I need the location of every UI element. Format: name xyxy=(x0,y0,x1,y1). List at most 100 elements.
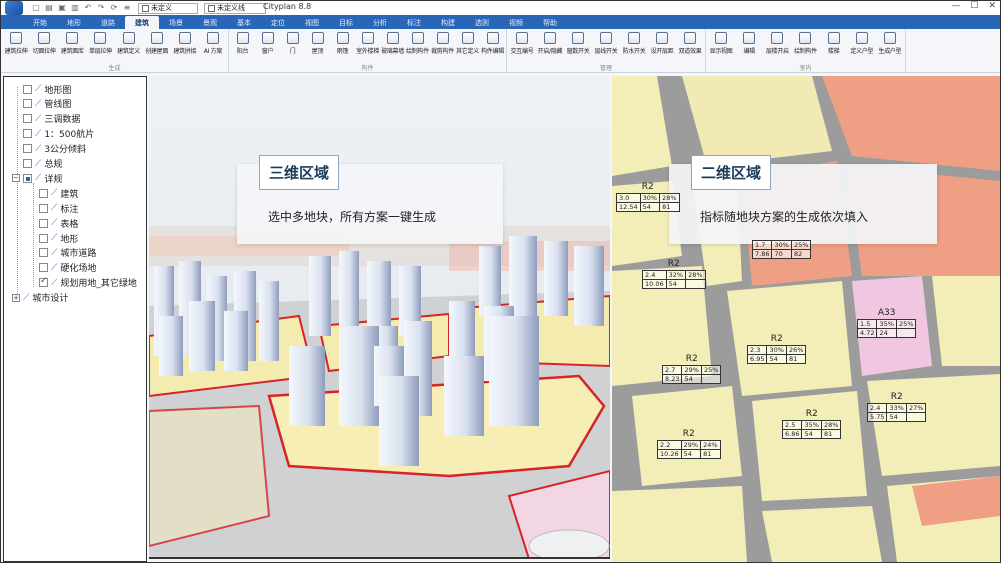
tree-item[interactable]: ⟋ 管线图 xyxy=(12,97,71,111)
ribbon-button[interactable]: 双道效果 xyxy=(677,32,703,55)
ribbon-button[interactable]: 创建屋面 xyxy=(144,32,170,55)
menu-tab[interactable]: 道路 xyxy=(91,16,125,29)
menu-tab[interactable]: 分析 xyxy=(363,16,397,29)
tree-item[interactable]: ⟋ 建筑 xyxy=(28,186,78,200)
ribbon-button[interactable]: 玻璃幕墙 xyxy=(381,32,404,55)
ribbon-button[interactable]: 建筑定义 xyxy=(116,32,142,55)
layer-checkbox[interactable] xyxy=(23,84,32,94)
maximize-button[interactable]: ☐ xyxy=(970,1,978,11)
ribbon-button-icon xyxy=(628,32,640,44)
layer-checkbox[interactable] xyxy=(23,99,32,109)
tree-item[interactable]: ⟋ 地形 xyxy=(28,231,78,245)
3d-viewport[interactable]: 三维区域 选中多地块，所有方案一键生成 xyxy=(149,76,610,559)
tree-item[interactable]: ⟋规划用地_其它绿地 xyxy=(28,276,137,290)
ribbon-button[interactable]: 设开层距 xyxy=(649,32,675,55)
tree-item[interactable]: − ⟋ 详规 xyxy=(12,171,62,185)
menu-tab[interactable]: 开始 xyxy=(23,16,57,29)
layer-checkbox[interactable] xyxy=(39,248,48,258)
menu-tab[interactable]: 视频 xyxy=(499,16,533,29)
layer-checkbox[interactable] xyxy=(39,233,48,243)
tree-item[interactable]: ⟋ 地形图 xyxy=(12,82,71,96)
layer-select[interactable]: 未定义 xyxy=(138,2,198,14)
ribbon-button[interactable]: 楼梯 xyxy=(821,32,847,55)
menu-tab[interactable]: 景观 xyxy=(193,16,227,29)
ribbon-button[interactable]: 交互编号 xyxy=(509,32,535,55)
ribbon-button[interactable]: 绘制构件 xyxy=(406,32,429,55)
undo-icon[interactable]: ↶ xyxy=(83,3,93,13)
print-icon[interactable]: ▥ xyxy=(70,3,80,13)
menu-tab[interactable]: 基本 xyxy=(227,16,261,29)
layer-checkbox[interactable] xyxy=(23,159,32,168)
tree-item[interactable]: ⟋ 表格 xyxy=(28,216,78,230)
layer-checkbox[interactable] xyxy=(23,114,32,124)
ribbon-button[interactable]: 窗数开关 xyxy=(565,32,591,55)
ribbon-button[interactable]: 层楼开启 xyxy=(764,32,790,55)
expand-icon[interactable]: + xyxy=(12,293,20,302)
menu-tab[interactable]: 建筑 xyxy=(125,16,159,29)
ribbon-button[interactable]: 生成户型 xyxy=(877,32,903,55)
ribbon-button[interactable]: 雨篷 xyxy=(331,32,354,55)
ribbon-button[interactable]: 定义户型 xyxy=(849,32,875,55)
ribbon-button[interactable]: 阳台 xyxy=(231,32,254,55)
ribbon-button[interactable]: 防水开关 xyxy=(621,32,647,55)
ribbon-button[interactable]: 裁剪构件 xyxy=(431,32,454,55)
ribbon-button[interactable]: 建筑拉伸 xyxy=(3,32,29,55)
layer-checkbox[interactable] xyxy=(39,218,48,228)
save-icon[interactable]: ▣ xyxy=(57,3,67,13)
menu-tab[interactable]: 目标 xyxy=(329,16,363,29)
tree-item[interactable]: ⟋ 城市道路 xyxy=(28,246,96,260)
tree-item[interactable]: ⟋ 1：500航片 xyxy=(12,127,94,141)
ribbon-button[interactable]: 建筑拼接 xyxy=(172,32,198,55)
tree-item[interactable]: ⟋ 3公分倾斜 xyxy=(12,142,86,156)
menu-tab[interactable]: 定位 xyxy=(261,16,295,29)
minimize-button[interactable]: — xyxy=(951,1,960,11)
menu-tab[interactable]: 视图 xyxy=(295,16,329,29)
ribbon-button[interactable]: 开启/隐藏 xyxy=(537,32,563,55)
menu-tab[interactable]: 场景 xyxy=(159,16,193,29)
ribbon-button[interactable]: 编辑 xyxy=(736,32,762,55)
plot-zone-code: R2 xyxy=(685,354,698,364)
tree-item[interactable]: + ⟋ 城市设计 xyxy=(12,291,68,305)
ribbon-button[interactable]: 单层拉伸 xyxy=(87,32,113,55)
layer-checkbox[interactable] xyxy=(23,173,32,183)
tree-item[interactable]: ⟋ 三调数据 xyxy=(12,112,80,126)
ribbon-button[interactable]: 显示视图 xyxy=(708,32,734,55)
ribbon-button[interactable]: 门 xyxy=(281,32,304,55)
ribbon-button[interactable]: 屋顶 xyxy=(306,32,329,55)
collapse-icon[interactable]: − xyxy=(12,174,20,183)
layer-checkbox[interactable] xyxy=(39,263,48,273)
2d-viewport[interactable]: 二维区域 指标随地块方案的生成依次填入 R2 3.0 30% 28% 12.54 54 81… xyxy=(612,76,1000,562)
ribbon-button[interactable]: 绘制构件 xyxy=(792,32,818,55)
app-logo-icon[interactable] xyxy=(5,1,23,15)
layer-checkbox[interactable] xyxy=(39,276,48,288)
ribbon-button[interactable]: 建筑面库 xyxy=(59,32,85,55)
menu-tab[interactable]: 选则 xyxy=(465,16,499,29)
close-button[interactable]: ✕ xyxy=(988,1,996,11)
tree-item[interactable]: ⟋ 总规 xyxy=(12,157,62,171)
new-file-icon[interactable]: ▢ xyxy=(31,3,41,13)
redo-icon[interactable]: ↷ xyxy=(96,3,106,13)
callout-3d: 三维区域 选中多地块，所有方案一键生成 xyxy=(237,155,503,244)
ribbon-button[interactable]: 切面拉伸 xyxy=(31,32,57,55)
ribbon-button[interactable]: 构件编辑 xyxy=(481,32,504,55)
layer-checkbox[interactable] xyxy=(39,203,48,213)
ribbon-button[interactable]: AI 方案 xyxy=(200,32,226,55)
ribbon-button-label: 交互编号 xyxy=(510,48,534,55)
ribbon-button[interactable]: 其它定义 xyxy=(456,32,479,55)
menu-tab[interactable]: 地形 xyxy=(57,16,91,29)
menu-tab[interactable]: 帮助 xyxy=(533,16,567,29)
list-icon[interactable]: ≡ xyxy=(122,3,132,13)
menu-tab[interactable]: 标注 xyxy=(397,16,431,29)
layer-checkbox[interactable] xyxy=(23,144,32,154)
layer-checkbox[interactable] xyxy=(39,188,48,198)
ribbon-button[interactable]: 窗户 xyxy=(256,32,279,55)
linestyle-select[interactable]: 未定义线 xyxy=(204,2,266,14)
layer-checkbox[interactable] xyxy=(23,129,32,139)
open-file-icon[interactable]: ▤ xyxy=(44,3,54,13)
ribbon-button[interactable]: 层线开关 xyxy=(593,32,619,55)
tree-item[interactable]: ⟋ 硬化场地 xyxy=(28,261,96,275)
ribbon-button[interactable]: 室外楼梯 xyxy=(356,32,379,55)
menu-tab[interactable]: 构建 xyxy=(431,16,465,29)
tree-item[interactable]: ⟋ 标注 xyxy=(28,201,78,215)
refresh-icon[interactable]: ⟳ xyxy=(109,3,119,13)
